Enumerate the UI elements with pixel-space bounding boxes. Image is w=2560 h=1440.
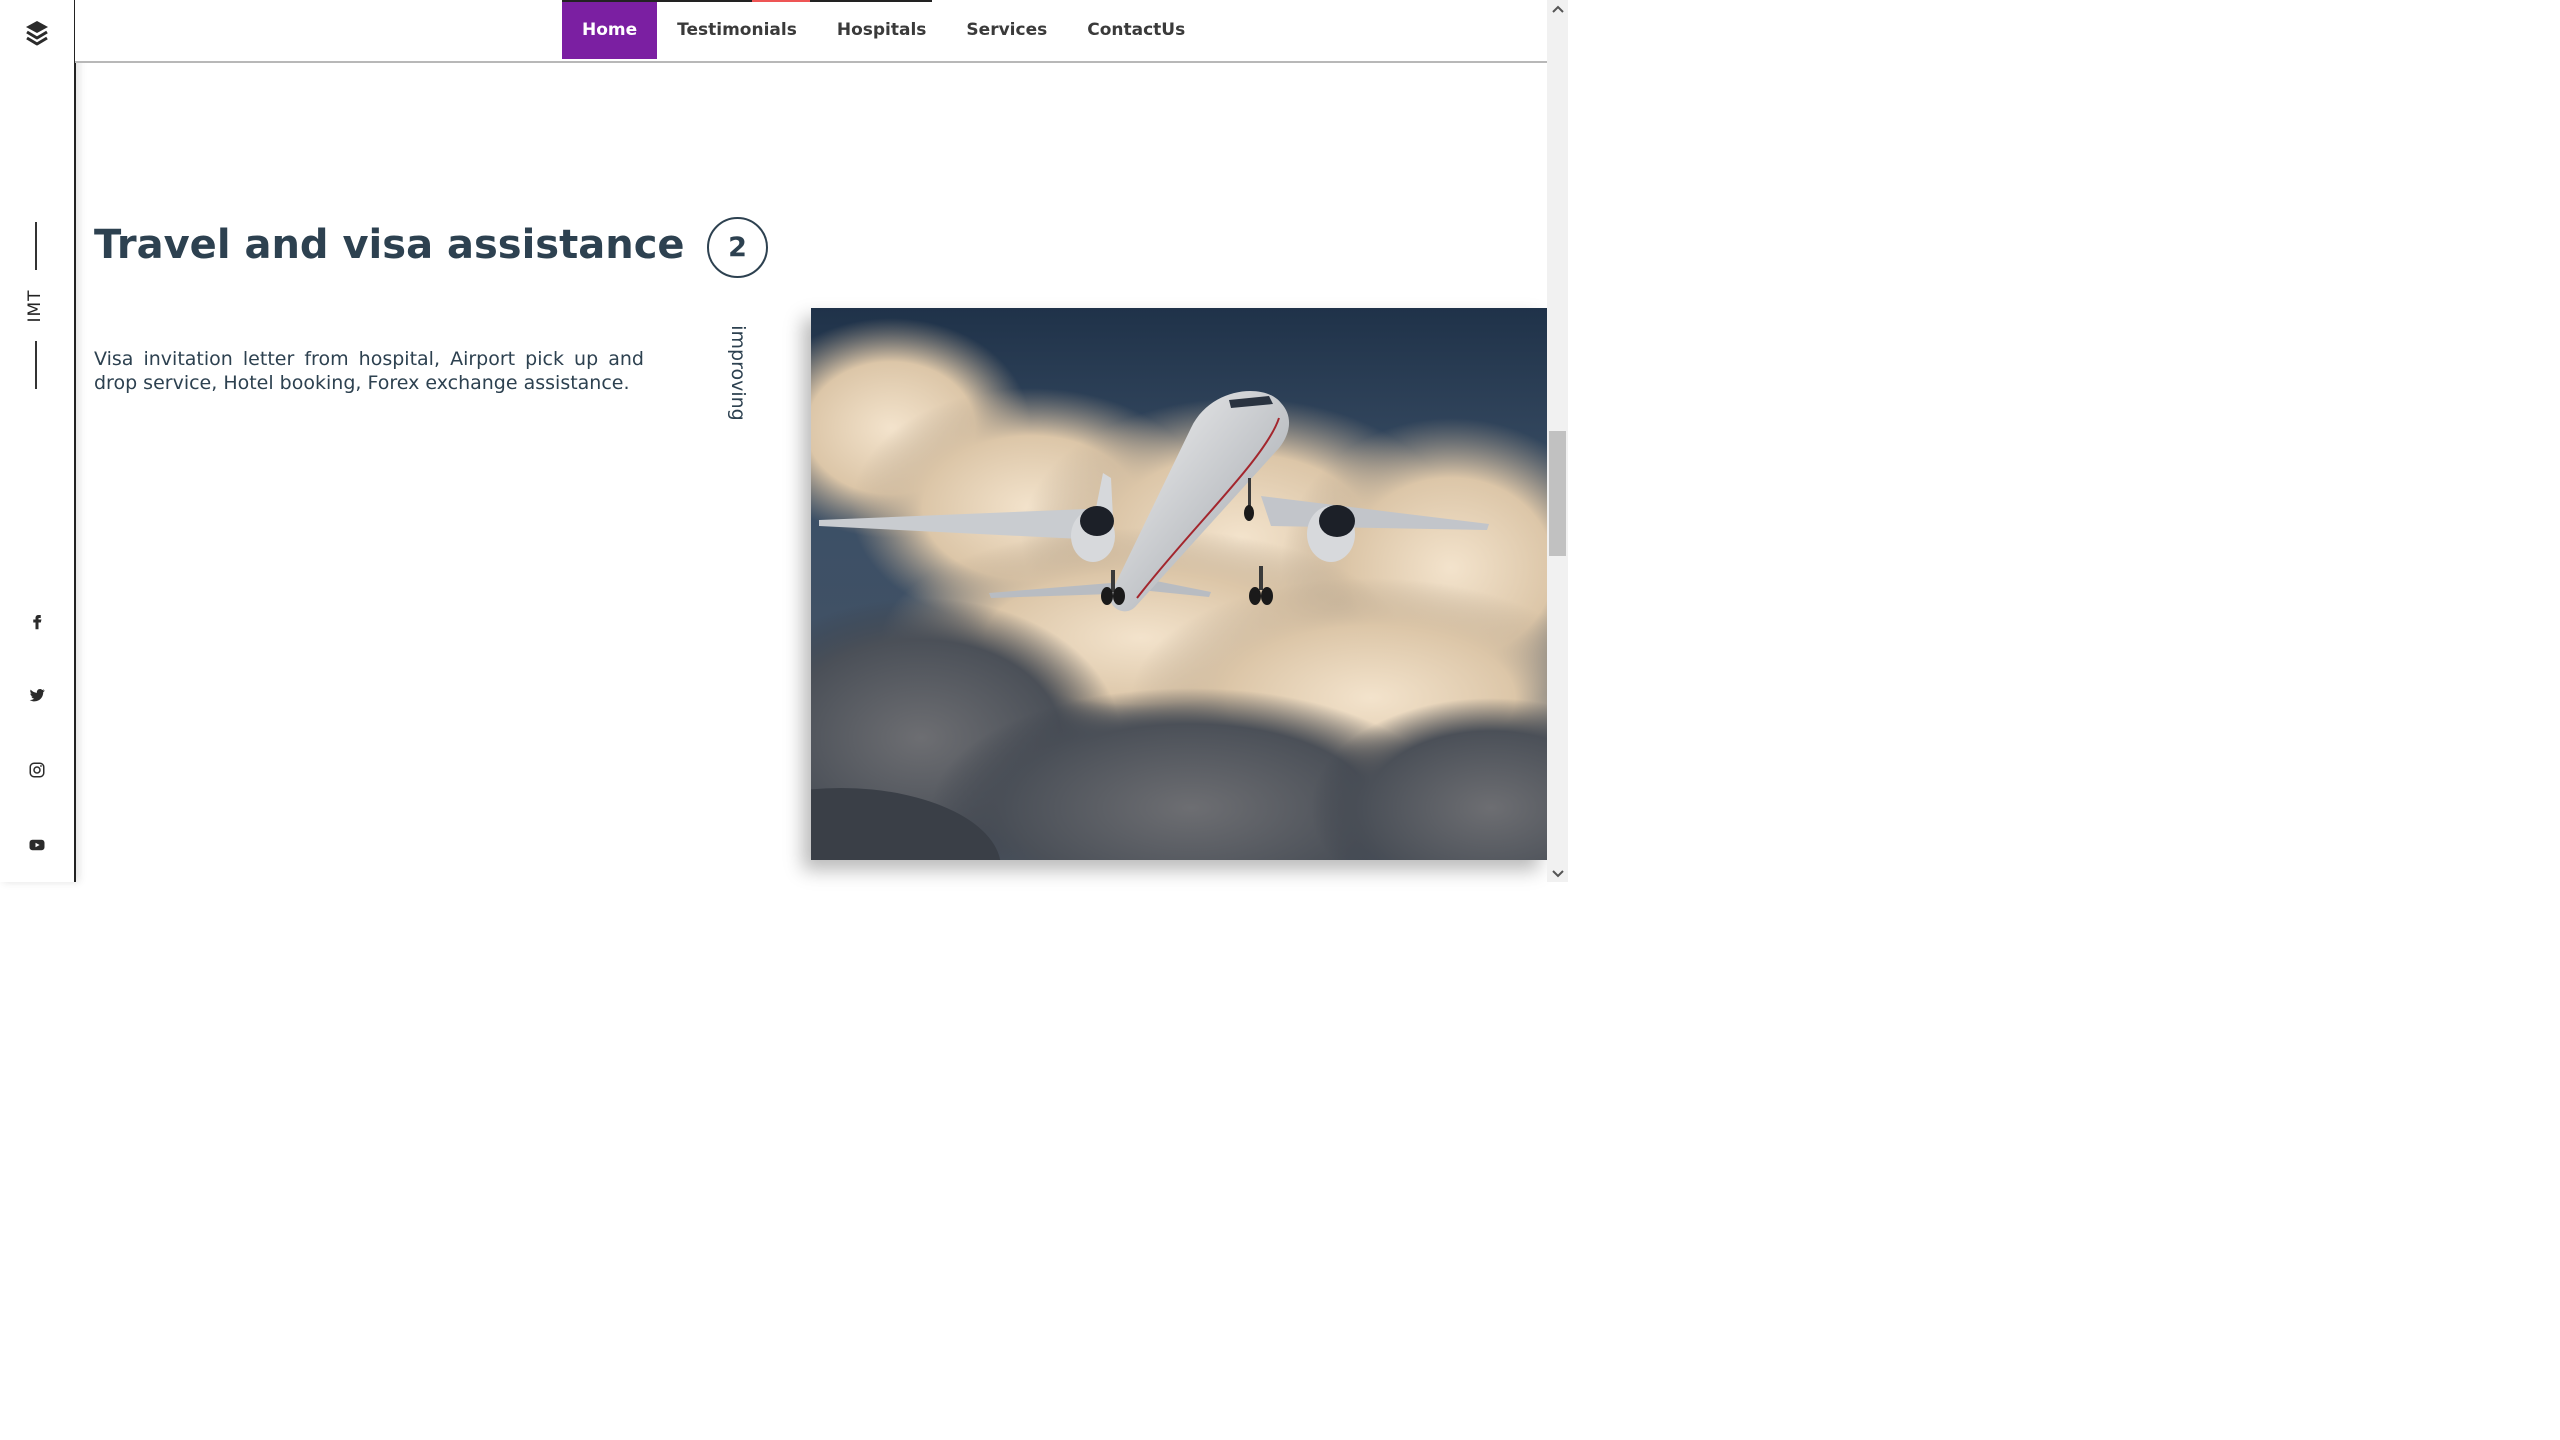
section-description: Visa invitation letter from hospital, Ai… xyxy=(94,348,644,394)
brand-label: IMT xyxy=(25,289,45,323)
layers-icon[interactable] xyxy=(24,19,50,49)
nav-contactus[interactable]: ContactUs xyxy=(1067,0,1205,59)
sidebar-divider-top xyxy=(35,222,37,270)
sidebar-divider-bottom xyxy=(35,341,37,389)
top-navbar: Home Testimonials Hospitals Services Con… xyxy=(75,0,1547,63)
nav-testimonials[interactable]: Testimonials xyxy=(657,0,817,59)
vertical-tagline: improving xyxy=(727,325,749,421)
nav-hospitals[interactable]: Hospitals xyxy=(817,0,947,59)
nav-services[interactable]: Services xyxy=(946,0,1067,59)
left-sidebar: IMT xyxy=(0,0,76,882)
scroll-down-icon[interactable] xyxy=(1547,865,1568,882)
nav-home[interactable]: Home xyxy=(562,0,658,59)
section-title: Travel and visa assistance xyxy=(94,222,685,268)
scroll-up-icon[interactable] xyxy=(1547,0,1568,17)
step-number-badge: 2 xyxy=(707,217,768,278)
twitter-icon[interactable] xyxy=(26,684,48,706)
facebook-icon[interactable] xyxy=(26,610,48,632)
scroll-progress-line xyxy=(562,0,932,2)
instagram-icon[interactable] xyxy=(26,759,48,781)
main-nav: Home Testimonials Hospitals Services Con… xyxy=(562,0,1205,59)
page-scrollbar[interactable] xyxy=(1547,0,1568,882)
youtube-icon[interactable] xyxy=(26,834,48,856)
scroll-thumb[interactable] xyxy=(1549,431,1566,556)
airplane-image xyxy=(811,308,1547,860)
